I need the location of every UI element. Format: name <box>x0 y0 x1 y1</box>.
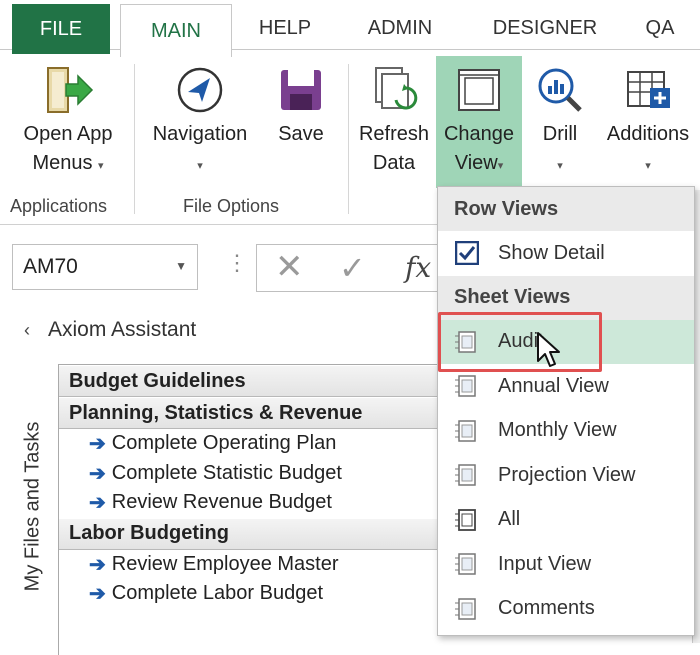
arrow-right-icon: ➔ <box>89 433 106 456</box>
name-box-value: AM70 <box>23 255 78 278</box>
compass-icon <box>172 62 228 118</box>
save-button[interactable]: Save <box>266 56 336 186</box>
save-label: Save <box>278 123 324 145</box>
side-tab[interactable]: My Files and Tasks <box>18 372 48 640</box>
group-divider <box>348 64 349 214</box>
refresh-data-label-2: Data <box>372 152 416 174</box>
change-view-label-2: View <box>454 152 498 174</box>
sheet-view-icon <box>452 462 482 488</box>
navigation-button[interactable]: Navigation ▾ <box>142 56 258 186</box>
menu-item-all[interactable]: All <box>438 498 694 543</box>
sheet-view-icon <box>452 596 482 622</box>
refresh-icon <box>366 62 422 118</box>
sheet-view-icon <box>452 418 482 444</box>
sheet-all-icon <box>452 507 482 533</box>
refresh-data-label-1: Refresh <box>358 123 430 145</box>
additions-button[interactable]: Additions ▾ <box>598 56 698 186</box>
arrow-right-icon: ➔ <box>89 462 106 485</box>
chevron-left-icon[interactable]: ‹ <box>24 320 30 341</box>
task-link[interactable]: ➔ Complete Operating Plan <box>59 429 501 459</box>
callout-highlight <box>438 312 602 372</box>
insert-function-icon[interactable]: fx <box>405 251 431 284</box>
caret-down-icon: ▾ <box>98 160 104 172</box>
group-divider <box>134 64 135 214</box>
task-link[interactable]: ➔ Review Employee Master <box>59 550 501 580</box>
tab-file[interactable]: FILE <box>12 4 110 54</box>
task-link-label: Complete Operating Plan <box>111 432 337 455</box>
menu-item-comments[interactable]: Comments <box>438 587 694 632</box>
task-link-label: Complete Statistic Budget <box>111 461 342 484</box>
tab-designer[interactable]: DESIGNER <box>470 0 620 56</box>
sheet-view-icon <box>452 373 482 399</box>
change-view-icon <box>451 62 507 118</box>
arrow-right-icon: ➔ <box>89 492 106 515</box>
assistant-title: Axiom Assistant <box>48 318 197 341</box>
arrow-right-icon: ➔ <box>89 583 106 606</box>
menu-item-monthly-view[interactable]: Monthly View <box>438 409 694 454</box>
menu-header-row-views: Row Views <box>438 187 694 231</box>
menu-item-projection-view[interactable]: Projection View <box>438 453 694 498</box>
section-header[interactable]: Labor Budgeting <box>59 517 501 550</box>
task-link[interactable]: ➔ Complete Statistic Budget <box>59 459 501 489</box>
assistant-header: ‹ Axiom Assistant <box>24 318 196 342</box>
group-label-applications: Applications <box>10 196 108 216</box>
menu-item-label: Input View <box>498 552 592 575</box>
tab-qa[interactable]: QA <box>625 0 695 56</box>
menu-item-show-detail[interactable]: Show Detail <box>438 231 694 276</box>
menu-item-label: Comments <box>498 597 595 620</box>
menu-item-label: Monthly View <box>498 419 617 442</box>
magnifier-chart-icon <box>532 62 588 118</box>
checkbox-checked-icon <box>452 240 482 266</box>
menu-item-label: Annual View <box>498 374 609 397</box>
menu-item-label: Show Detail <box>498 241 605 264</box>
table-add-icon <box>620 62 676 118</box>
caret-down-icon: ▾ <box>197 160 203 172</box>
caret-down-icon: ▾ <box>645 160 651 172</box>
task-link[interactable]: ➔ Complete Labor Budget <box>59 579 501 609</box>
tab-help[interactable]: HELP <box>240 0 330 56</box>
arrow-right-icon: ➔ <box>89 553 106 576</box>
menu-item-input-view[interactable]: Input View <box>438 542 694 587</box>
cancel-icon[interactable]: ✕ <box>275 247 304 287</box>
change-view-menu: Row Views Show Detail Sheet Views Audit … <box>437 186 695 636</box>
caret-down-icon: ▾ <box>497 160 504 172</box>
caret-down-icon: ▾ <box>557 160 563 172</box>
group-label-file-options: File Options <box>183 196 280 216</box>
task-link-label: Review Employee Master <box>111 552 339 575</box>
open-app-menus-button[interactable]: Open App Menus ▾ <box>12 56 124 186</box>
ribbon-tab-bar: FILE MAIN HELP ADMIN DESIGNER QA <box>0 0 700 57</box>
task-link-label: Review Revenue Budget <box>111 491 332 514</box>
drill-label: Drill <box>542 123 578 145</box>
drill-button[interactable]: Drill ▾ <box>528 56 592 186</box>
task-link-label: Complete Labor Budget <box>111 582 324 605</box>
refresh-data-button[interactable]: Refresh Data <box>354 56 434 186</box>
formula-controls: ✕ ✓ fx <box>256 244 448 292</box>
task-link[interactable]: ➔ Review Revenue Budget <box>59 488 501 518</box>
tab-main[interactable]: MAIN <box>120 4 232 57</box>
save-icon <box>273 62 329 118</box>
change-view-button[interactable]: Change View▾ <box>436 56 522 188</box>
name-box[interactable]: AM70 ▼ <box>12 244 198 290</box>
additions-label: Additions <box>606 123 690 145</box>
menu-item-label: All <box>498 508 521 531</box>
chevron-down-icon[interactable]: ▼ <box>175 259 187 273</box>
confirm-icon[interactable]: ✓ <box>339 249 366 287</box>
sheet-view-icon <box>452 551 482 577</box>
open-app-menus-label-2: Menus <box>32 152 93 174</box>
section-header[interactable]: Planning, Statistics & Revenue <box>59 397 501 429</box>
menu-item-label: Projection View <box>498 463 636 486</box>
side-tab-label: My Files and Tasks <box>21 421 44 591</box>
section-header[interactable]: Budget Guidelines <box>59 365 501 397</box>
change-view-label-1: Change <box>443 123 515 145</box>
open-app-icon <box>40 62 96 118</box>
vertical-dots-icon: ⋮ <box>226 250 248 275</box>
tab-admin[interactable]: ADMIN <box>345 0 455 56</box>
open-app-menus-label-1: Open App <box>23 123 113 145</box>
navigation-label: Navigation <box>152 123 248 145</box>
task-panel: Budget Guidelines Planning, Statistics &… <box>58 364 501 655</box>
mouse-cursor-icon <box>536 331 562 374</box>
